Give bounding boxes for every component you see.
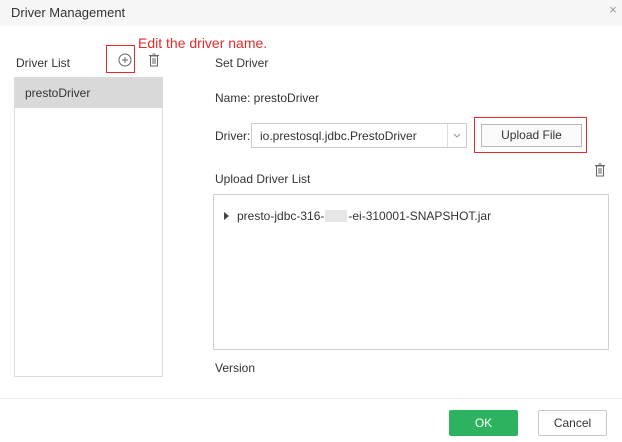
driver-item-label: prestoDriver <box>25 86 91 100</box>
chevron-down-icon[interactable] <box>450 128 464 142</box>
footer-divider <box>0 398 622 399</box>
redacted-text <box>325 210 348 222</box>
file-name-suffix: -ei-310001-SNAPSHOT.jar <box>348 209 492 223</box>
set-driver-heading: Set Driver <box>215 56 269 70</box>
driver-label: Driver: <box>215 129 251 143</box>
ok-button[interactable]: OK <box>449 410 518 436</box>
upload-list-heading: Upload Driver List <box>215 172 311 186</box>
driver-select[interactable]: io.prestosql.jdbc.PrestoDriver <box>251 123 467 148</box>
annotation-text: Edit the driver name. <box>138 35 268 51</box>
version-label: Version <box>215 361 256 375</box>
upload-file-button[interactable]: Upload File <box>481 124 582 147</box>
plus-circle-icon[interactable] <box>117 52 133 68</box>
upload-driver-list: presto-jdbc-316- -ei-310001-SNAPSHOT.jar <box>213 194 609 350</box>
list-item[interactable]: prestoDriver <box>15 78 162 108</box>
select-divider <box>447 124 448 147</box>
dialog-title: Driver Management <box>11 5 126 20</box>
driver-list: prestoDriver <box>14 77 163 377</box>
trash-icon[interactable] <box>592 162 608 178</box>
file-name-prefix: presto-jdbc-316- <box>237 209 325 223</box>
driver-select-value: io.prestosql.jdbc.PrestoDriver <box>260 129 417 143</box>
list-item[interactable]: presto-jdbc-316- -ei-310001-SNAPSHOT.jar <box>224 207 491 225</box>
trash-icon[interactable] <box>146 52 162 68</box>
close-icon[interactable]: × <box>606 2 620 18</box>
cancel-button[interactable]: Cancel <box>538 410 607 436</box>
caret-right-icon[interactable] <box>224 212 229 220</box>
name-label: Name: prestoDriver <box>215 91 320 105</box>
driver-list-heading: Driver List <box>16 56 71 70</box>
dialog-titlebar: Driver Management × <box>0 0 622 26</box>
